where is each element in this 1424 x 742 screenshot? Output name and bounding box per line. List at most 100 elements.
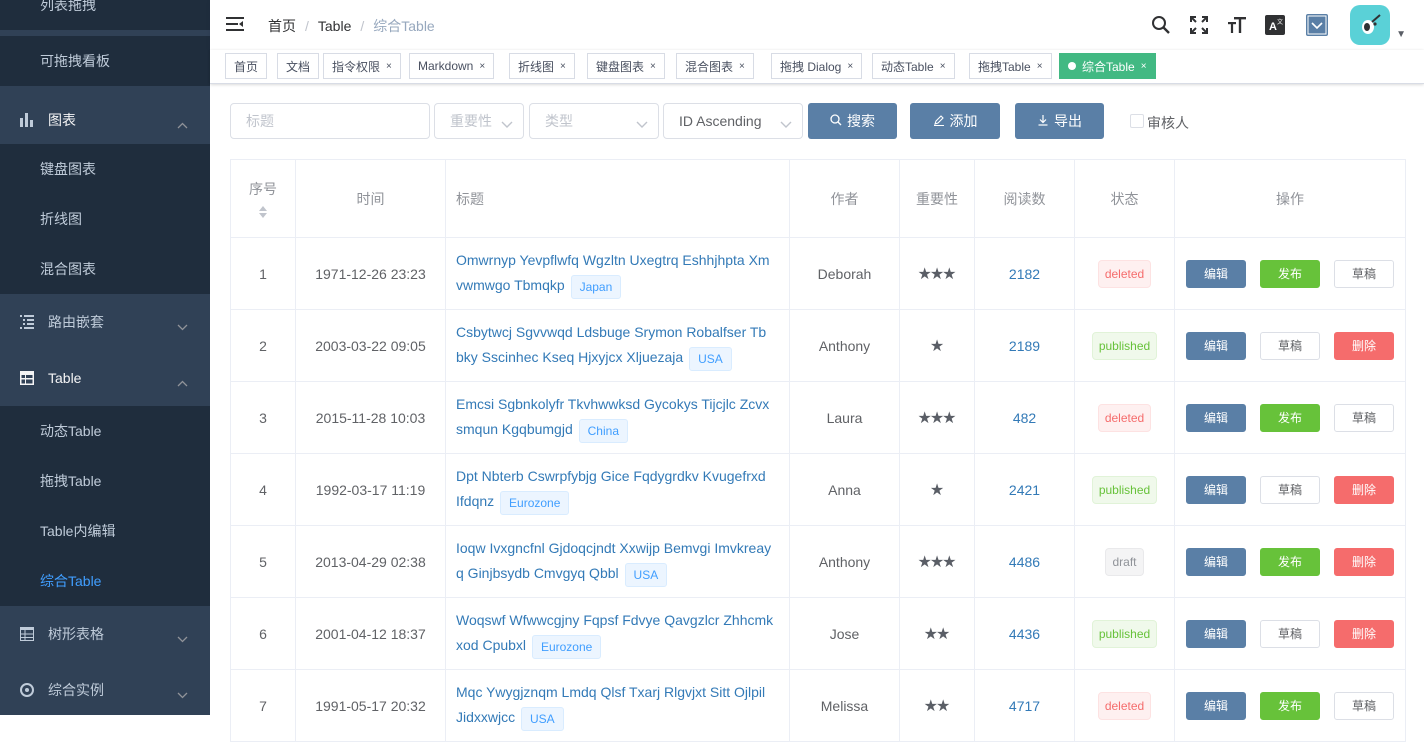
publish-button[interactable]: 发布 (1260, 403, 1320, 432)
delete-button[interactable]: 删除 (1334, 619, 1394, 648)
caret-down-icon[interactable]: ▼ (1396, 29, 1406, 40)
tag-1[interactable]: 文档 (277, 53, 320, 79)
font-size-icon[interactable] (1218, 0, 1256, 50)
readings-link[interactable]: 482 (1013, 410, 1036, 426)
sidebar-item-4[interactable]: 折线图 (0, 194, 210, 244)
cell-time: 1992-03-17 11:19 (295, 453, 446, 526)
type-select[interactable]: 类型 (529, 103, 659, 139)
close-icon[interactable]: × (1141, 61, 1147, 72)
tag-2[interactable]: 指令权限 × (323, 53, 401, 79)
draft-button[interactable]: 草稿 (1260, 475, 1320, 504)
edit-button[interactable]: 编辑 (1186, 547, 1246, 576)
header-actions: 操作 (1174, 159, 1406, 238)
close-icon[interactable]: × (739, 61, 745, 72)
readings-link[interactable]: 4717 (1009, 698, 1040, 714)
publish-button[interactable]: 发布 (1260, 259, 1320, 288)
header-id[interactable]: 序号 (230, 159, 296, 238)
region-tag: USA (521, 706, 564, 731)
draft-button[interactable]: 草稿 (1260, 619, 1320, 648)
sidebar-item-5[interactable]: 混合图表 (0, 244, 210, 294)
chevron-down-icon (636, 116, 648, 132)
action-group: 编辑 草稿 删除 (1175, 475, 1405, 504)
edit-button[interactable]: 编辑 (1186, 475, 1246, 504)
tag-8[interactable]: 动态Table × (872, 53, 955, 79)
breadcrumb-home[interactable]: 首页 (268, 16, 296, 36)
edit-button[interactable]: 编辑 (1186, 619, 1246, 648)
tag-6[interactable]: 混合图表 × (676, 53, 754, 79)
close-icon[interactable]: × (386, 61, 392, 72)
title-link[interactable]: Ioqw Ivxgncfnl Gjdoqcjndt Xxwijp Bemvgi … (456, 540, 771, 581)
title-link[interactable]: Woqswf Wfwwcgjny Fqpsf Fdvye Qavgzlcr Zh… (456, 612, 773, 653)
language-icon[interactable]: A文 (1256, 0, 1294, 50)
draft-button[interactable]: 草稿 (1334, 691, 1394, 720)
export-button[interactable]: 导出 (1015, 103, 1104, 139)
table-row: 7 1991-05-17 20:32 Mqc Ywygjznqm Lmdq Qlsf… (230, 669, 1406, 742)
sidebar-item-2[interactable]: 图表 (0, 92, 210, 148)
sidebar-item-label: Table内编辑 (40, 523, 116, 539)
edit-button[interactable]: 编辑 (1186, 331, 1246, 360)
avatar[interactable] (1350, 5, 1391, 45)
draft-button[interactable]: 草稿 (1260, 331, 1320, 360)
edit-button[interactable]: 编辑 (1186, 259, 1246, 288)
edit-button[interactable]: 编辑 (1186, 691, 1246, 720)
readings-link[interactable]: 4486 (1009, 554, 1040, 570)
readings-link[interactable]: 2189 (1009, 338, 1040, 354)
article-table: 序号 时间 标题 作者 重要性 阅读数 状态 操作 1 1971-12-26 23… (230, 159, 1406, 742)
close-icon[interactable]: × (940, 61, 946, 72)
star-icon: ★ (929, 481, 945, 499)
close-icon[interactable]: × (560, 61, 566, 72)
tag-label: 拖拽 Dialog (780, 59, 842, 74)
add-button[interactable]: 添加 (910, 103, 1000, 139)
sidebar-item-13[interactable]: 综合实例 (0, 662, 210, 715)
tag-9[interactable]: 拖拽Table × (969, 53, 1052, 79)
delete-button[interactable]: 删除 (1334, 547, 1394, 576)
sidebar-item-8[interactable]: 动态Table (0, 406, 210, 456)
tag-0[interactable]: 首页 (225, 53, 268, 79)
close-icon[interactable]: × (1037, 61, 1043, 72)
sidebar-item-label: 综合实例 (48, 682, 104, 698)
title-link[interactable]: Mqc Ywygjznqm Lmdq Qlsf Txarj Rlgvjxt Si… (456, 684, 765, 725)
publish-button[interactable]: 发布 (1260, 691, 1320, 720)
sidebar-item-12[interactable]: 树形表格 (0, 606, 210, 662)
reviewer-checkbox[interactable] (1130, 114, 1144, 128)
sidebar-item-label: 混合图表 (40, 261, 96, 277)
sidebar-item-10[interactable]: Table内编辑 (0, 506, 210, 556)
cell-author: Anthony (789, 309, 900, 382)
sidebar-item-9[interactable]: 拖拽Table (0, 456, 210, 506)
sidebar-item-0[interactable]: 列表拖拽 (0, 0, 210, 30)
draft-button[interactable]: 草稿 (1334, 403, 1394, 432)
sidebar-item-6[interactable]: 路由嵌套 (0, 294, 210, 350)
sidebar-item-1[interactable]: 可拖拽看板 (0, 36, 210, 86)
tag-4[interactable]: 折线图 × (509, 53, 575, 79)
tag-10[interactable]: 综合Table × (1059, 53, 1156, 79)
search-icon[interactable] (1142, 0, 1180, 50)
publish-button[interactable]: 发布 (1260, 547, 1320, 576)
breadcrumb-table[interactable]: Table (318, 18, 351, 34)
delete-button[interactable]: 删除 (1334, 475, 1394, 504)
breadcrumb-separator: / (305, 18, 309, 34)
edit-button[interactable]: 编辑 (1186, 403, 1246, 432)
delete-button[interactable]: 删除 (1334, 331, 1394, 360)
close-icon[interactable]: × (479, 61, 485, 72)
tag-5[interactable]: 键盘图表 × (587, 53, 665, 79)
sidebar-item-7[interactable]: Table (0, 350, 210, 406)
sort-select[interactable]: ID Ascending (663, 103, 803, 139)
hamburger-icon[interactable] (226, 16, 244, 32)
close-icon[interactable]: × (847, 61, 853, 72)
sidebar-item-11[interactable]: 综合Table (0, 556, 210, 606)
readings-link[interactable]: 4436 (1009, 626, 1040, 642)
search-button[interactable]: 搜索 (808, 103, 897, 139)
close-icon[interactable]: × (650, 61, 656, 72)
sort-icon[interactable] (258, 205, 268, 219)
readings-link[interactable]: 2182 (1009, 266, 1040, 282)
title-filter-input[interactable]: 标题 (230, 103, 430, 139)
size-select-icon[interactable] (1298, 0, 1336, 50)
importance-select[interactable]: 重要性 (434, 103, 524, 139)
reviewer-label[interactable]: 审核人 (1147, 113, 1189, 133)
tag-3[interactable]: Markdown × (409, 53, 495, 79)
fullscreen-icon[interactable] (1180, 0, 1218, 50)
sidebar-item-3[interactable]: 键盘图表 (0, 144, 210, 194)
readings-link[interactable]: 2421 (1009, 482, 1040, 498)
draft-button[interactable]: 草稿 (1334, 259, 1394, 288)
tag-7[interactable]: 拖拽 Dialog × (771, 53, 863, 79)
